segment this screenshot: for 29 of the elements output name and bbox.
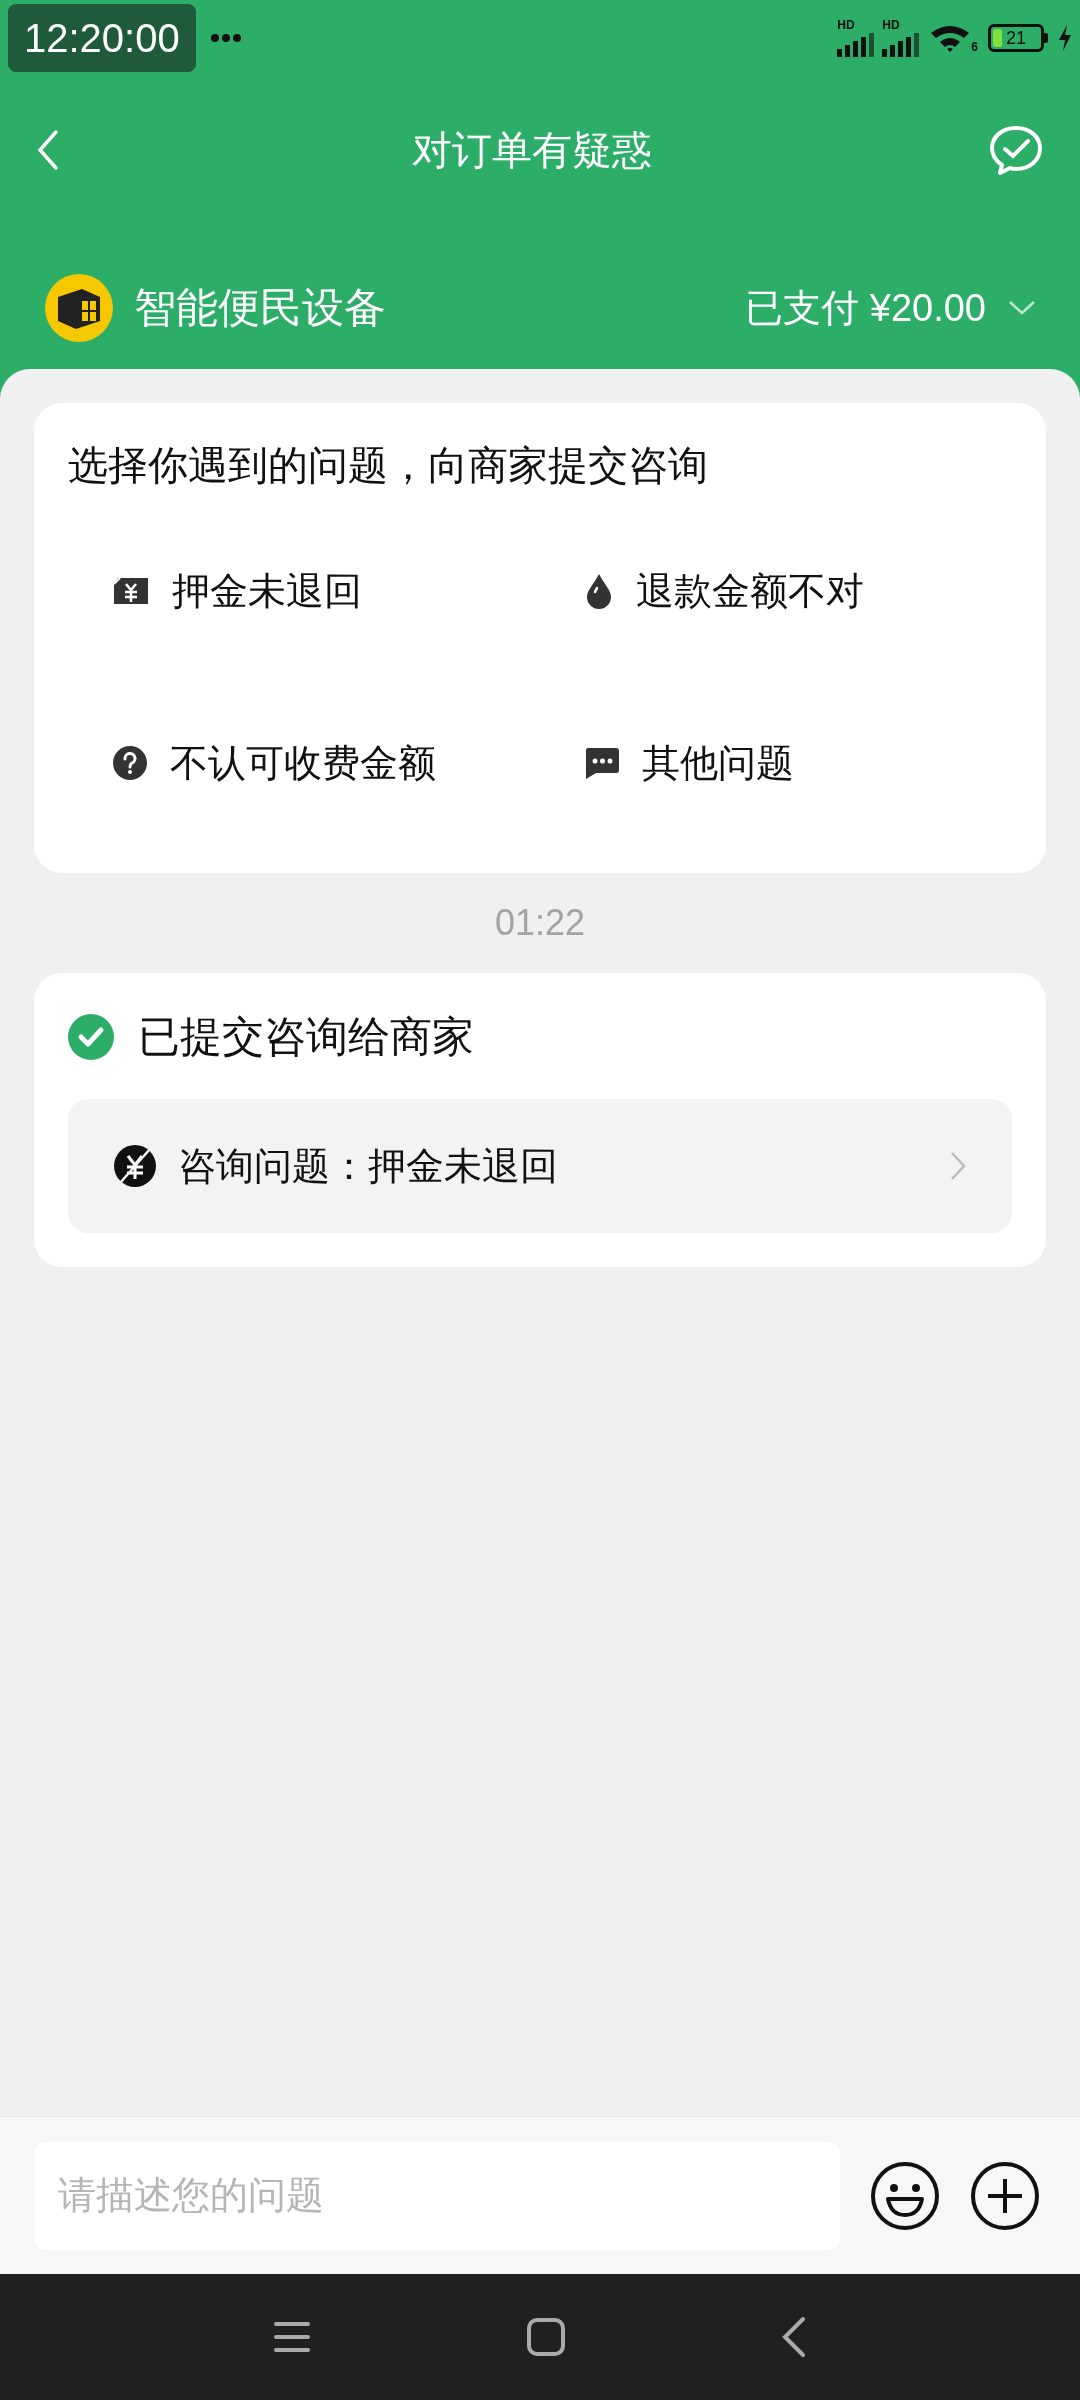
chat-check-button[interactable] [988, 124, 1044, 176]
chevron-right-icon [950, 1151, 966, 1181]
issue-option[interactable]: 押金未退回 [68, 505, 540, 677]
issue-option[interactable]: 不认可收费金额 [68, 677, 540, 849]
add-button[interactable] [970, 2160, 1040, 2231]
back-nav-button[interactable] [781, 2316, 807, 2358]
card-title: 选择你遇到的问题，向商家提交咨询 [68, 442, 709, 489]
issue-option[interactable]: 退款金额不对 [540, 505, 1012, 677]
cube-logo-icon [44, 273, 114, 343]
question-icon [112, 745, 148, 781]
emoji-button[interactable] [870, 2160, 940, 2231]
submitted-title: 已提交咨询给商家 [138, 1012, 474, 1062]
chat-bubble-icon [584, 746, 620, 780]
menu-button[interactable] [273, 2320, 311, 2354]
question-row[interactable]: 咨询问题：押金未退回 [68, 1099, 1012, 1233]
check-circle-icon [68, 1014, 114, 1060]
merchant-name: 智能便民设备 [134, 283, 387, 333]
message-input[interactable]: 请描述您的问题 [34, 2141, 840, 2250]
page-title: 对订单有疑惑 [412, 127, 652, 174]
wifi-label: 6 [971, 40, 978, 53]
status-time: 12:20:00 [8, 3, 196, 72]
chevron-down-icon [1008, 300, 1036, 316]
home-button[interactable] [526, 2317, 566, 2357]
timestamp: 01:22 [494, 901, 586, 945]
yuan-coin-icon [114, 1145, 156, 1187]
drop-icon [584, 572, 614, 610]
dots-icon [209, 32, 242, 43]
issue-option[interactable]: 其他问题 [540, 677, 1012, 849]
wallet-icon [112, 576, 150, 606]
